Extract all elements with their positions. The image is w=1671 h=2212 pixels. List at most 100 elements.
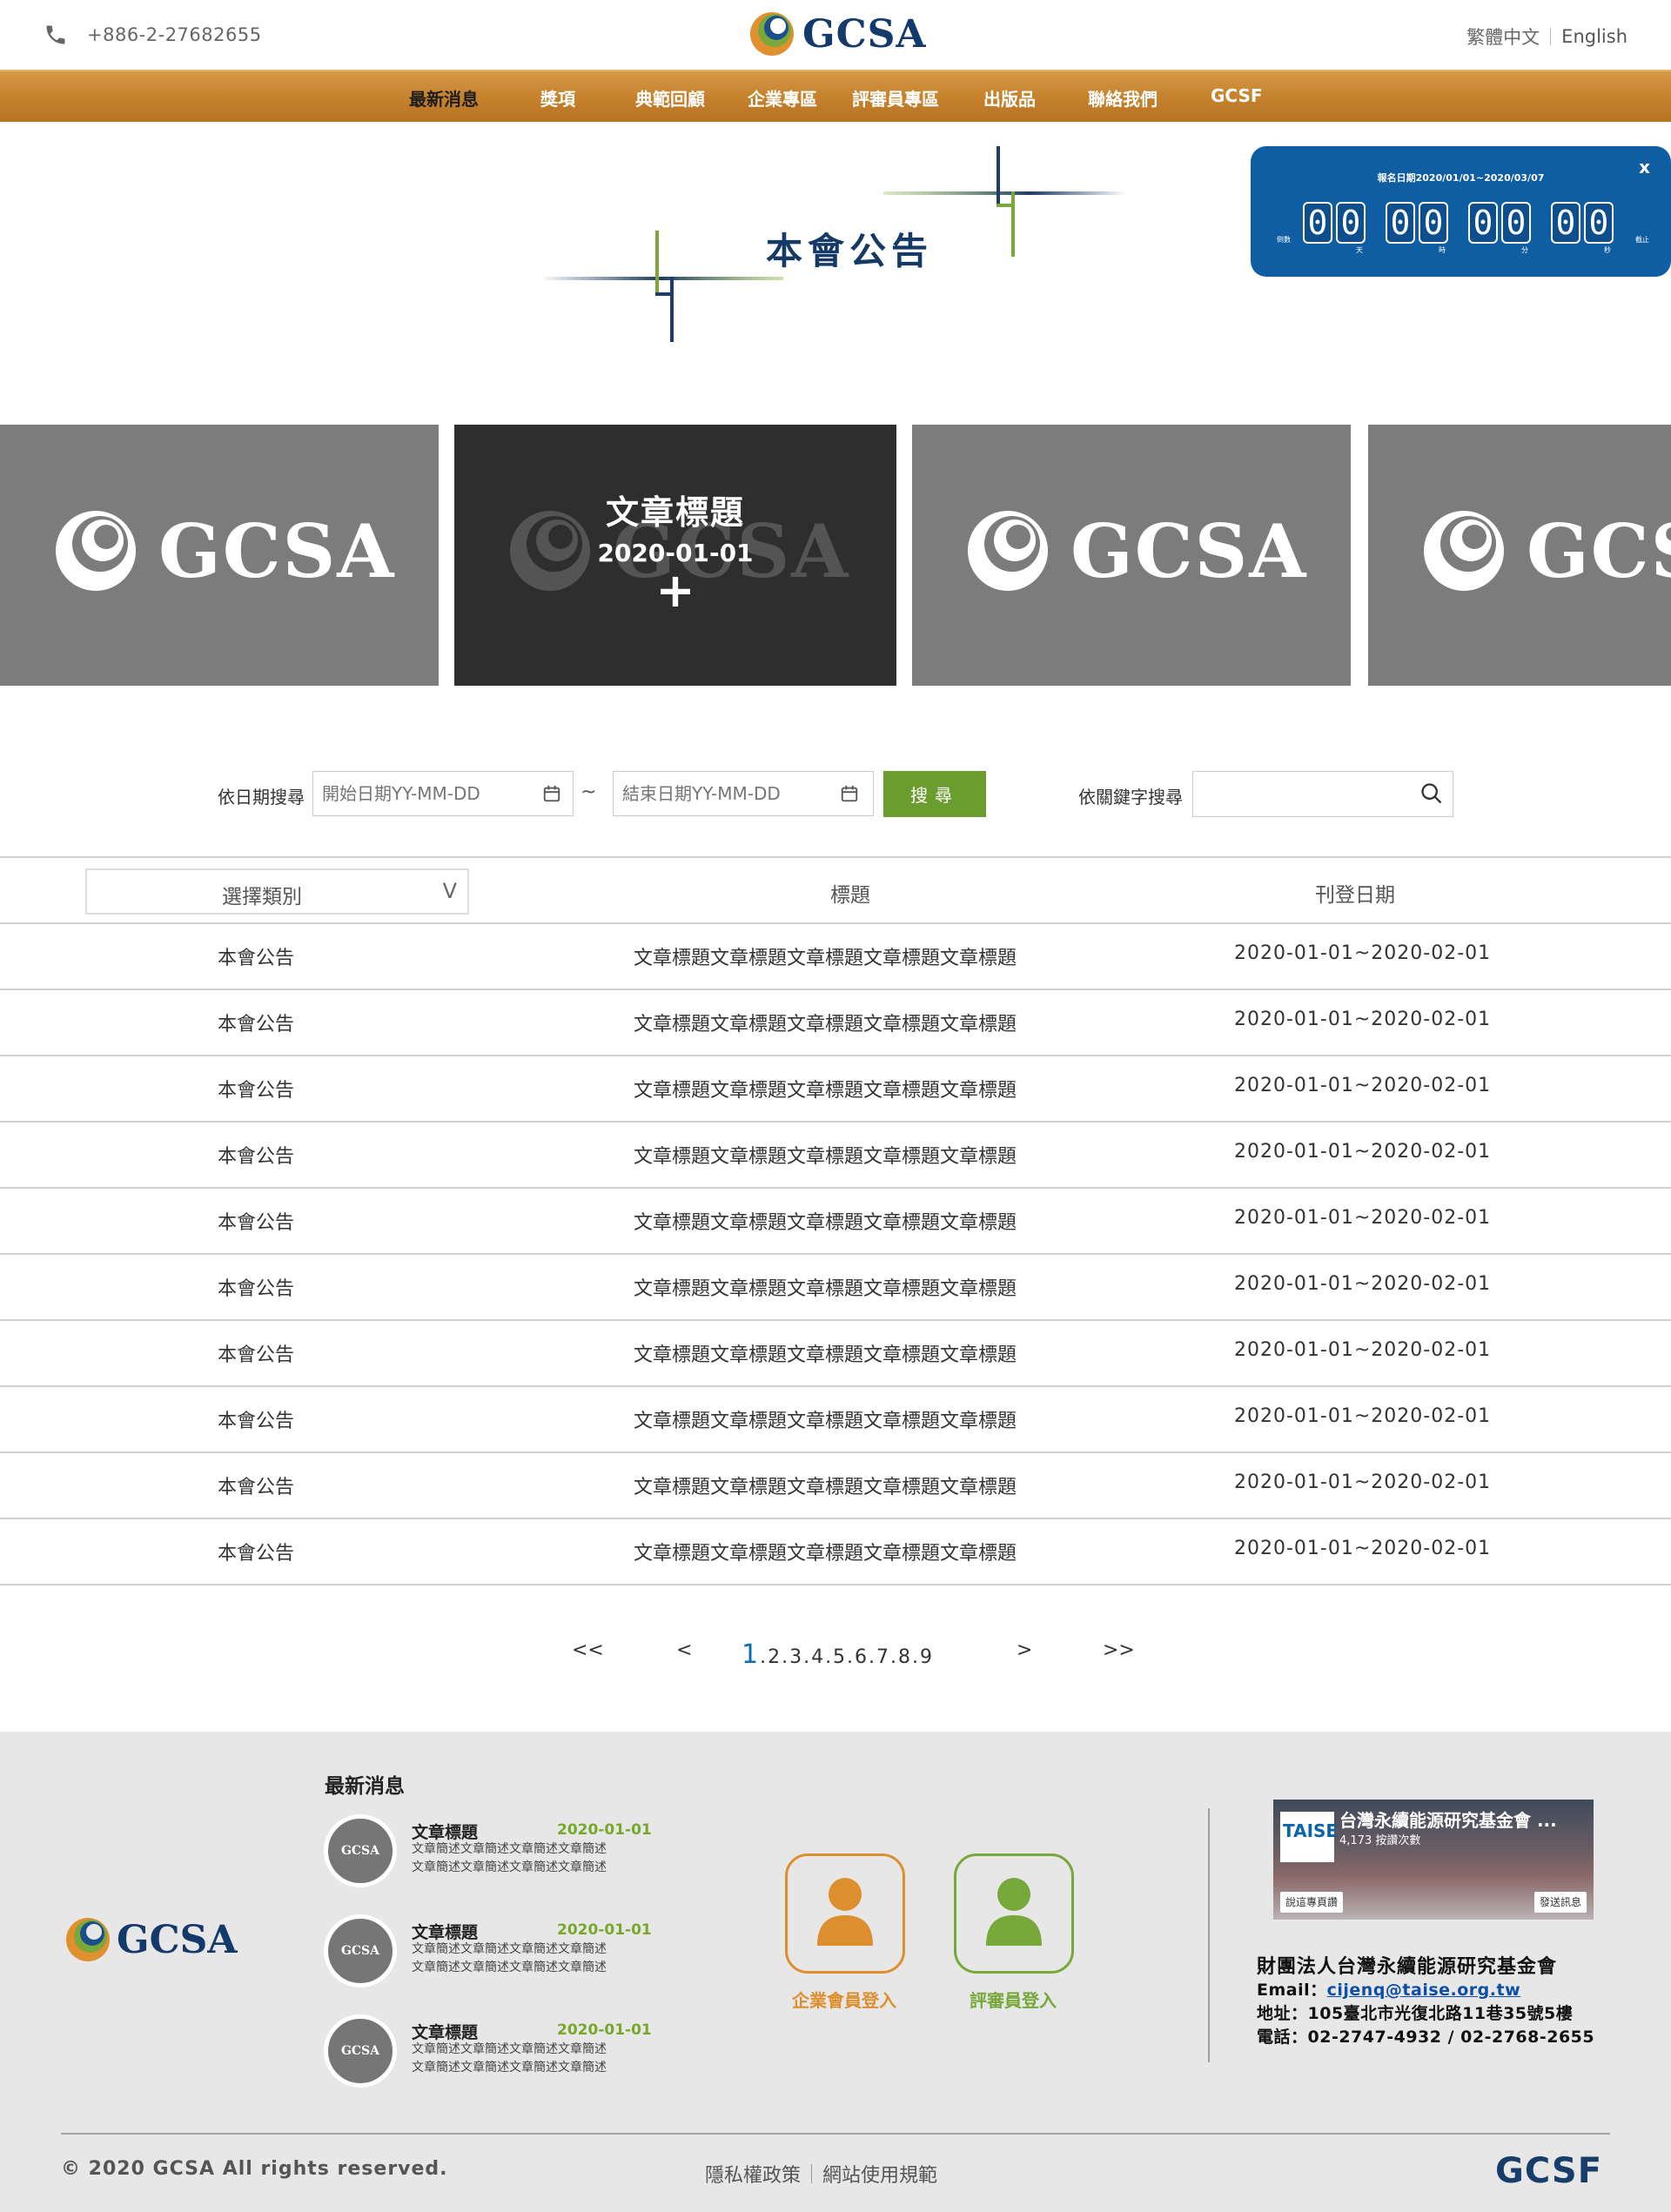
row-title[interactable]: 文章標題文章標題文章標題文章標題文章標題 (634, 942, 1017, 970)
row-title[interactable]: 文章標題文章標題文章標題文章標題文章標題 (634, 1075, 1017, 1103)
copyright: © 2020 GCSA All rights reserved. (61, 2158, 448, 2180)
keyword-search-input[interactable] (1192, 771, 1453, 817)
table-row[interactable]: 本會公告 文章標題文章標題文章標題文章標題文章標題 2020-01-01~202… (0, 1056, 1671, 1122)
user-icon (986, 1878, 1042, 1946)
row-title[interactable]: 文章標題文章標題文章標題文章標題文章標題 (634, 1009, 1017, 1036)
privacy-policy-link[interactable]: 隱私權政策 (705, 2160, 801, 2188)
calendar-icon[interactable] (542, 784, 561, 803)
table-row[interactable]: 本會公告 文章標題文章標題文章標題文章標題文章標題 2020-01-01~202… (0, 1452, 1671, 1518)
table-row[interactable]: 本會公告 文章標題文章標題文章標題文章標題文章標題 2020-01-01~202… (0, 1122, 1671, 1188)
row-category: 本會公告 (218, 1146, 295, 1168)
news-date: 2020-01-01 (557, 1821, 652, 1839)
lang-en-link[interactable]: English (1561, 26, 1627, 47)
news-date: 2020-01-01 (557, 1921, 652, 1939)
nav-item-judges[interactable]: 評審員專區 (852, 85, 939, 111)
table-row[interactable]: 本會公告 文章標題文章標題文章標題文章標題文章標題 2020-01-01~202… (0, 1254, 1671, 1320)
facebook-page-widget[interactable]: TAISE 台灣永續能源研究基金會 ... 4,173 按讚次數 說這專頁讚 發… (1273, 1800, 1594, 1920)
article-card[interactable]: GCS (1368, 425, 1671, 686)
email-link[interactable]: cijenq@taise.org.tw (1327, 1981, 1521, 2000)
pagination-prev[interactable]: < (676, 1639, 692, 1661)
news-thumbnail-logo: GCSA (340, 2044, 380, 2058)
nav-item-review[interactable]: 典範回顧 (635, 85, 705, 111)
gcsa-logo-mark-icon (968, 511, 1048, 591)
email-label: Email： (1257, 1981, 1327, 2000)
pagination-last[interactable]: >> (1103, 1639, 1135, 1661)
column-header-date: 刊登日期 (1315, 884, 1395, 907)
row-title[interactable]: 文章標題文章標題文章標題文章標題文章標題 (634, 1405, 1017, 1433)
pagination-page-list[interactable]: .2.3.4.5.6.7.8.9 (760, 1646, 934, 1668)
nav-item-news[interactable]: 最新消息 (409, 85, 479, 111)
nav-item-awards[interactable]: 獎項 (540, 85, 575, 111)
card-logo-text: GCSA (1070, 507, 1308, 594)
language-switcher: 繁體中文 English (1466, 23, 1627, 50)
table-row[interactable]: 本會公告 文章標題文章標題文章標題文章標題文章標題 2020-01-01~202… (0, 1188, 1671, 1254)
table-row[interactable]: 本會公告 文章標題文章標題文章標題文章標題文章標題 2020-01-01~202… (0, 1386, 1671, 1452)
search-icon[interactable] (1419, 781, 1444, 806)
row-date: 2020-01-01~2020-02-01 (1234, 1075, 1492, 1096)
article-card-active[interactable]: GCSA 文章標題 2020-01-01 + (454, 425, 896, 686)
plus-icon[interactable]: + (454, 567, 896, 614)
facebook-page-name[interactable]: 台灣永續能源研究基金會 ... (1339, 1806, 1557, 1832)
top-bar: +886-2-27682655 GCSA 繁體中文 English (0, 0, 1671, 70)
article-card[interactable]: GCSA (0, 425, 439, 686)
taise-badge: TAISE (1280, 1812, 1338, 1862)
start-date-input[interactable] (312, 771, 574, 816)
row-title[interactable]: 文章標題文章標題文章標題文章標題文章標題 (634, 1273, 1017, 1301)
corporate-login-button[interactable] (785, 1853, 905, 1974)
footer-logo[interactable]: GCSA (64, 1916, 238, 1963)
registration-countdown: x 報名日期2020/01/01~2020/03/07 倒數 0 0 天 0 0… (1251, 146, 1671, 277)
terms-of-use-link[interactable]: 網站使用規範 (822, 2160, 937, 2188)
table-bottom-border (0, 1584, 1671, 1585)
search-button[interactable]: 搜尋 (883, 771, 986, 817)
card-logo-text: GCSA (158, 507, 396, 594)
judge-login-label[interactable]: 評審員登入 (970, 1987, 1057, 2012)
row-title[interactable]: 文章標題文章標題文章標題文章標題文章標題 (634, 1471, 1017, 1499)
news-desc-line: 文章簡述文章簡述文章簡述文章簡述 (412, 2042, 607, 2056)
category-select[interactable]: 選擇類別 V (85, 868, 469, 915)
corporate-login-label[interactable]: 企業會員登入 (792, 1987, 896, 2012)
lang-zh-link[interactable]: 繁體中文 (1466, 23, 1540, 50)
countdown-unit-seconds: 秒 (1604, 246, 1611, 254)
row-category: 本會公告 (218, 1014, 295, 1036)
card-logo: GCSA (52, 507, 395, 594)
judge-login-button[interactable] (954, 1853, 1074, 1974)
pagination-current[interactable]: 1 (742, 1639, 760, 1670)
nav-item-publications[interactable]: 出版品 (983, 85, 1036, 111)
nav-item-enterprise[interactable]: 企業專區 (748, 85, 817, 111)
date-search-label: 依日期搜尋 (218, 787, 305, 808)
gcsa-logo-mark-icon (750, 12, 794, 56)
facebook-like-button[interactable]: 說這專頁讚 (1280, 1892, 1344, 1913)
row-title[interactable]: 文章標題文章標題文章標題文章標題文章標題 (634, 1339, 1017, 1367)
row-title[interactable]: 文章標題文章標題文章標題文章標題文章標題 (634, 1207, 1017, 1235)
row-date: 2020-01-01~2020-02-01 (1234, 1009, 1492, 1030)
news-desc: 文章簡述文章簡述文章簡述文章簡述 文章簡述文章簡述文章簡述文章簡述 (412, 1941, 647, 1977)
footer-news-item[interactable]: GCSA 文章標題 2020-01-01 文章簡述文章簡述文章簡述文章簡述 文章… (324, 1914, 652, 1987)
pagination-first[interactable]: << (572, 1639, 604, 1661)
calendar-icon[interactable] (840, 784, 859, 803)
news-desc-line: 文章簡述文章簡述文章簡述文章簡述 (412, 1961, 607, 1974)
countdown-period: 報名日期2020/01/01~2020/03/07 (1377, 172, 1545, 184)
nav-item-contact[interactable]: 聯絡我們 (1088, 85, 1158, 111)
row-category: 本會公告 (218, 948, 295, 969)
footer-news-item[interactable]: GCSA 文章標題 2020-01-01 文章簡述文章簡述文章簡述文章簡述 文章… (324, 2014, 652, 2088)
phone-contact[interactable]: +886-2-27682655 (44, 23, 262, 47)
news-desc-line: 文章簡述文章簡述文章簡述文章簡述 (412, 1842, 607, 1856)
card-logo-text: GCS (1527, 507, 1671, 594)
table-row[interactable]: 本會公告 文章標題文章標題文章標題文章標題文章標題 2020-01-01~202… (0, 1518, 1671, 1585)
gcsf-logo[interactable]: GCSF (1495, 2151, 1602, 2191)
table-row[interactable]: 本會公告 文章標題文章標題文章標題文章標題文章標題 2020-01-01~202… (0, 923, 1671, 989)
table-row[interactable]: 本會公告 文章標題文章標題文章標題文章標題文章標題 2020-01-01~202… (0, 989, 1671, 1056)
article-card[interactable]: GCSA (912, 425, 1351, 686)
pagination-next[interactable]: > (1017, 1639, 1032, 1661)
nav-item-gcsf[interactable]: GCSF (1211, 85, 1263, 106)
table-row[interactable]: 本會公告 文章標題文章標題文章標題文章標題文章標題 2020-01-01~202… (0, 1320, 1671, 1386)
row-title[interactable]: 文章標題文章標題文章標題文章標題文章標題 (634, 1538, 1017, 1565)
footer-news-item[interactable]: GCSA 文章標題 2020-01-01 文章簡述文章簡述文章簡述文章簡述 文章… (324, 1814, 652, 1887)
facebook-message-button[interactable]: 發送訊息 (1533, 1892, 1587, 1913)
news-thumbnail: GCSA (324, 1914, 397, 1987)
row-title[interactable]: 文章標題文章標題文章標題文章標題文章標題 (634, 1141, 1017, 1169)
news-desc-line: 文章簡述文章簡述文章簡述文章簡述 (412, 1942, 607, 1956)
end-date-input[interactable] (613, 771, 874, 816)
site-logo[interactable]: GCSA (748, 10, 927, 57)
news-title: 文章標題 (412, 2023, 479, 2042)
